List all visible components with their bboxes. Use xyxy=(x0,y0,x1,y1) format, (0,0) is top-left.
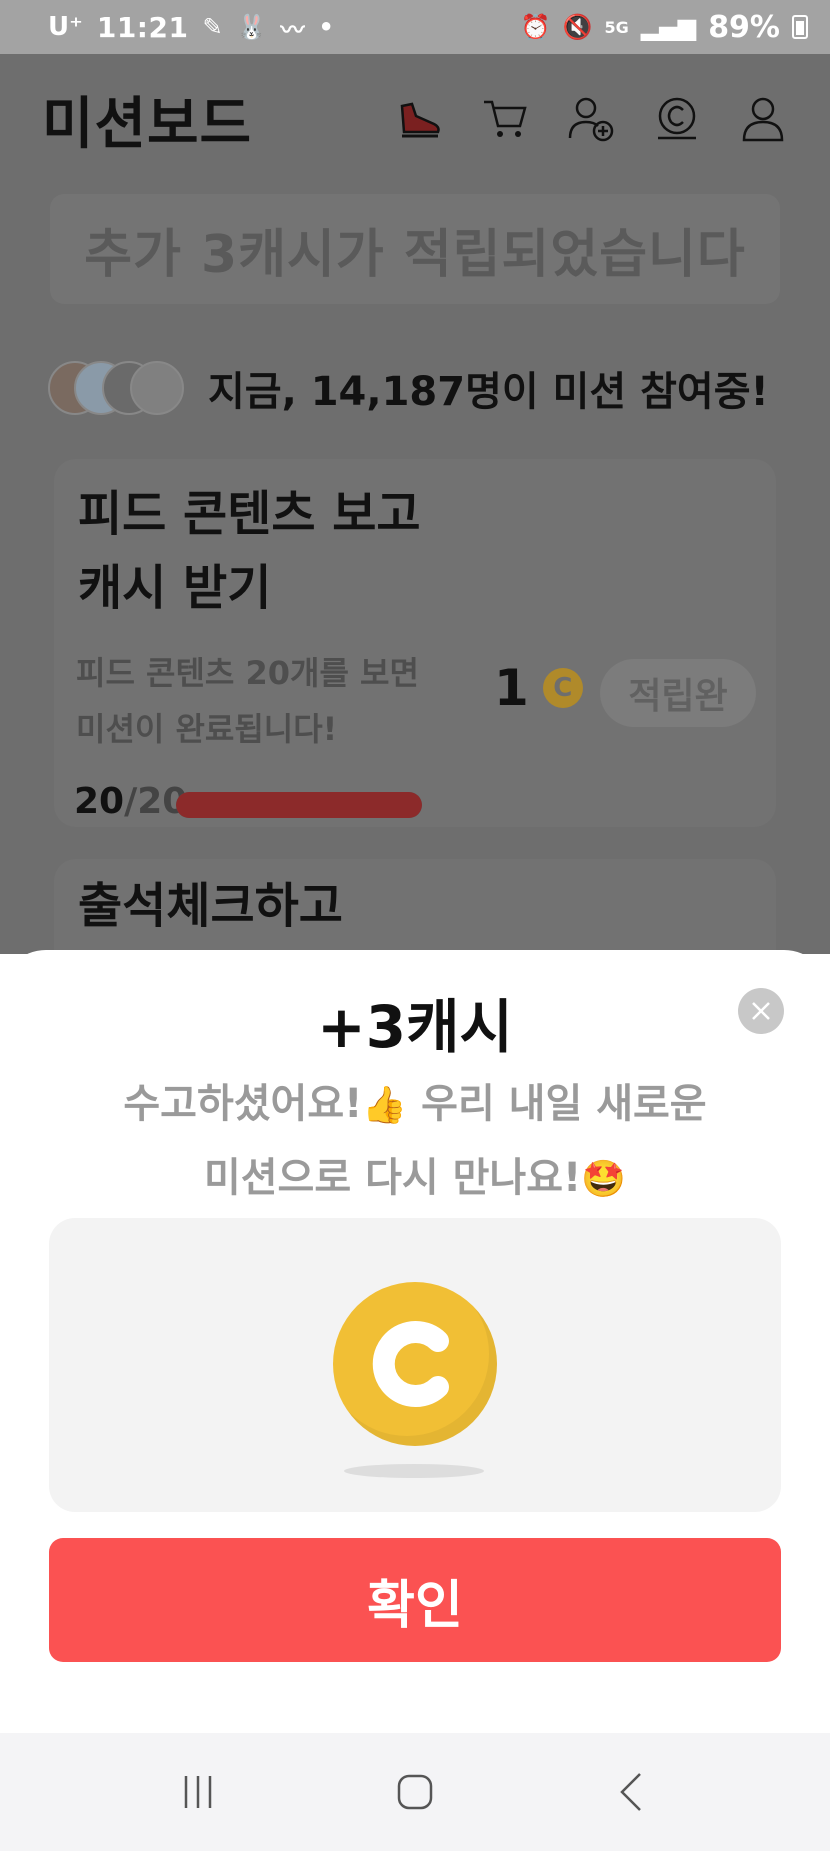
signal-icon: ▂▄▆ xyxy=(640,13,697,41)
add-friend-icon[interactable] xyxy=(566,94,616,144)
avatar xyxy=(130,361,184,415)
notification-icon: ✎ xyxy=(202,13,223,41)
cart-icon[interactable] xyxy=(480,94,530,144)
clock: 11:21 xyxy=(96,10,189,44)
mission-title: 출석체크하고 xyxy=(78,878,343,934)
mute-icon: 🔇 xyxy=(562,13,593,41)
progress-bar xyxy=(176,792,422,818)
cash-coin-icon[interactable] xyxy=(652,94,702,144)
coin-icon: C xyxy=(542,668,583,708)
system-nav-bar xyxy=(0,1733,830,1851)
page-title: 미션보드 xyxy=(42,91,253,157)
alarm-icon: ⏰ xyxy=(520,13,551,41)
participants-text: 지금, 14,187명이 미션 참여중! xyxy=(208,369,769,415)
sheet-message: 수고하셨어요!👍 우리 내일 새로운 미션으로 다시 만나요!🤩 xyxy=(60,1068,770,1216)
carrier-label: U⁺ xyxy=(48,12,83,42)
star-eyes-icon: 🤩 xyxy=(581,1159,627,1200)
home-icon[interactable] xyxy=(391,1768,439,1816)
close-icon xyxy=(752,1002,770,1020)
status-bar: U⁺ 11:21 ✎ 🐰 〰 • ⏰ 🔇 5G ▂▄▆ 89% xyxy=(0,0,830,54)
reward-bottom-sheet: +3캐시 수고하셨어요!👍 우리 내일 새로운 미션으로 다시 만나요!🤩 확인 xyxy=(0,950,830,1733)
progress-label: 20/20 xyxy=(74,781,187,822)
status-badge[interactable]: 적립완 xyxy=(600,659,756,727)
bunny-icon: 🐰 xyxy=(236,13,267,41)
coin-panel xyxy=(49,1218,781,1512)
battery-label: 89% xyxy=(708,9,780,45)
app-background: 미션보드 추가 3캐시가 적립되었습니다 지금, 14,187명이 미션 참여중… xyxy=(0,54,830,1059)
mission-title-2: 캐시 받기 xyxy=(78,560,272,616)
sneaker-icon[interactable] xyxy=(394,94,444,144)
cash-banner: 추가 3캐시가 적립되었습니다 xyxy=(50,194,780,304)
banner-text: 추가 3캐시가 적립되었습니다 xyxy=(84,224,746,285)
mission-description: 피드 콘텐츠 20개를 보면 미션이 완료됩니다! xyxy=(76,645,419,757)
profile-icon[interactable] xyxy=(738,94,788,144)
sheet-title: +3캐시 xyxy=(317,993,513,1061)
mission-card[interactable]: 피드 콘텐츠 보고 캐시 받기 피드 콘텐츠 20개를 보면 미션이 완료됩니다… xyxy=(54,459,776,827)
mustache-icon: 〰 xyxy=(280,15,305,44)
back-icon[interactable] xyxy=(608,1768,656,1816)
battery-icon xyxy=(792,15,808,39)
mission-desc-line2: 미션이 완료됩니다! xyxy=(76,710,338,748)
mission-desc-line1: 피드 콘텐츠 20개를 보면 xyxy=(76,654,419,692)
recent-apps-icon[interactable] xyxy=(174,1768,222,1816)
app-header: 미션보드 xyxy=(0,54,830,184)
progress-current: 20 xyxy=(74,781,125,822)
progress-fill xyxy=(176,792,422,818)
coin-shadow xyxy=(344,1464,484,1478)
reward: 1 C xyxy=(494,659,583,717)
avatar-group xyxy=(48,361,208,415)
thumbs-up-icon: 👍 xyxy=(362,1085,408,1126)
dot-icon: • xyxy=(318,13,334,41)
message-text-1: 수고하셨어요! xyxy=(123,1081,363,1127)
network-label: 5G xyxy=(604,17,629,37)
coin-icon xyxy=(333,1282,497,1446)
participants-row: 지금, 14,187명이 미션 참여중! xyxy=(48,359,769,417)
confirm-button[interactable]: 확인 xyxy=(49,1538,781,1662)
message-text-1b: 우리 내일 새로운 xyxy=(407,1081,707,1127)
message-text-2: 미션으로 다시 만나요! xyxy=(203,1155,582,1201)
reward-amount: 1 xyxy=(494,659,529,717)
close-button[interactable] xyxy=(738,988,784,1034)
mission-title: 피드 콘텐츠 보고 xyxy=(78,486,421,542)
